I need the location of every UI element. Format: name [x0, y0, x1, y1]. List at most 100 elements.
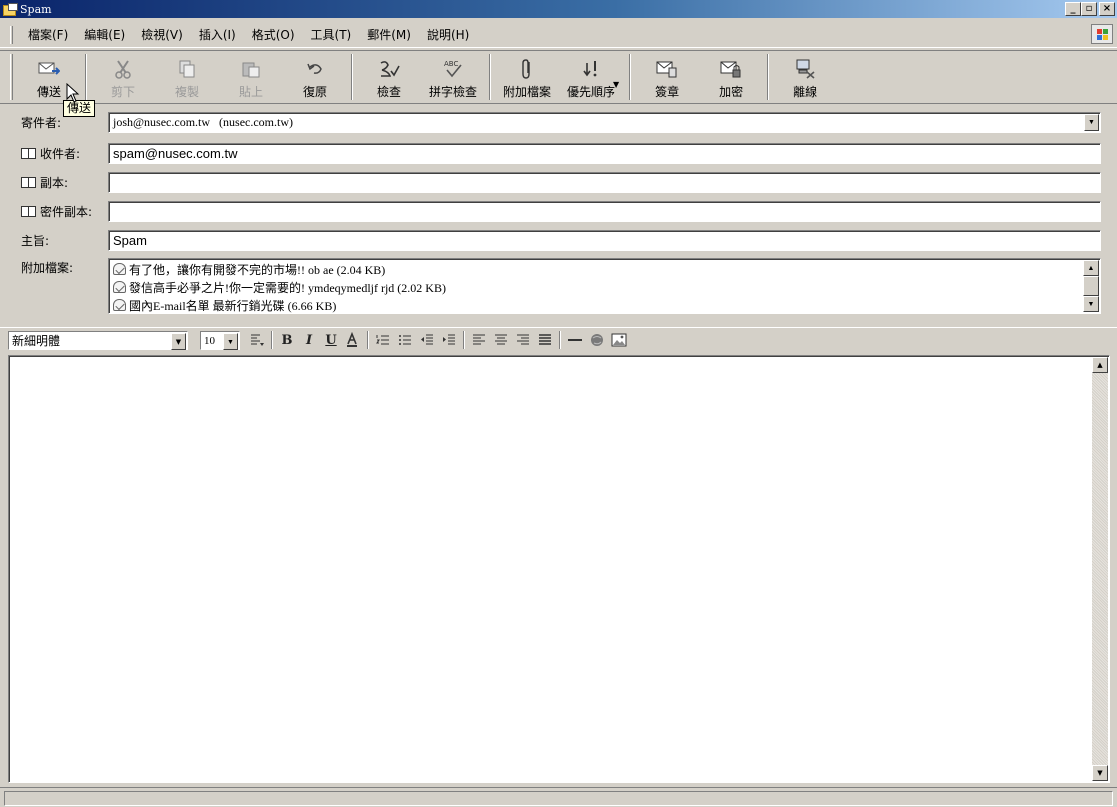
sign-icon	[653, 57, 681, 81]
to-value: spam@nusec.com.tw	[113, 145, 238, 161]
bcc-label-wrap[interactable]: 密件副本:	[21, 203, 92, 220]
format-buttons: B I U	[246, 330, 630, 350]
copy-icon	[173, 57, 201, 81]
attachment-item[interactable]: 發信高手必爭之片!你一定需要的! ymdeqymedljf rjd (2.02 …	[113, 278, 1100, 296]
cut-icon	[109, 57, 137, 81]
menu-message[interactable]: 郵件(M)	[359, 24, 419, 45]
from-value: josh@nusec.com.tw (nusec.com.tw)	[113, 114, 294, 129]
spelling-icon: ABC	[439, 57, 467, 81]
copy-button[interactable]: 複製	[155, 51, 219, 103]
attachment-name: 國內E-mail名單 最新行銷光碟 (6.66 KB)	[129, 298, 337, 313]
attachment-item[interactable]: 有了他，讓你有開發不完的市場!! ob ae (2.04 KB)	[113, 260, 1100, 278]
paste-button[interactable]: 貼上	[219, 51, 283, 103]
cc-field[interactable]	[108, 171, 1101, 193]
priority-dropdown-icon[interactable]: ▼	[613, 80, 619, 89]
insert-picture-icon[interactable]	[608, 330, 630, 350]
subject-value: Spam	[113, 232, 147, 248]
close-button[interactable]: ×	[1099, 2, 1115, 16]
spelling-button[interactable]: ABC 拼字檢查	[421, 51, 485, 103]
menu-help[interactable]: 說明(H)	[419, 24, 477, 45]
from-select[interactable]: josh@nusec.com.tw (nusec.com.tw) ▼	[108, 111, 1101, 133]
font-size-dropdown-button[interactable]: ▼	[223, 333, 238, 350]
menu-edit[interactable]: 編輯(E)	[76, 24, 133, 45]
to-label-wrap[interactable]: 收件者:	[21, 145, 80, 162]
font-select[interactable]: 新細明體 ▼	[8, 331, 188, 350]
check-names-button[interactable]: 檢查	[357, 51, 421, 103]
encrypt-button[interactable]: 加密	[699, 51, 763, 103]
check-names-icon	[375, 57, 403, 81]
body-scrollbar[interactable]: ▲ ▼	[1092, 357, 1108, 781]
minimize-button[interactable]: _	[1065, 2, 1081, 16]
to-field[interactable]: spam@nusec.com.tw	[108, 142, 1101, 164]
toolbar-separator	[767, 54, 770, 100]
paragraph-style-icon[interactable]	[246, 330, 268, 350]
font-dropdown-button[interactable]: ▼	[171, 333, 186, 350]
italic-icon[interactable]: I	[298, 330, 320, 350]
email-attachment-icon	[113, 263, 126, 275]
undo-button[interactable]: 復原	[283, 51, 347, 103]
toolbar-grip[interactable]	[10, 54, 13, 100]
from-dropdown-button[interactable]: ▼	[1084, 113, 1099, 131]
scroll-thumb[interactable]	[1083, 276, 1099, 296]
menu-file[interactable]: 檔案(F)	[20, 24, 76, 45]
toolbar-separator	[85, 54, 87, 100]
to-row: 收件者: spam@nusec.com.tw	[0, 141, 1117, 165]
restore-button[interactable]: ▫	[1081, 2, 1097, 16]
mouse-pointer-icon	[66, 83, 80, 103]
menu-grip[interactable]	[10, 25, 13, 44]
toolbar-separator	[629, 54, 632, 100]
bulleted-list-icon[interactable]	[394, 330, 416, 350]
font-size-select[interactable]: 10 ▼	[200, 331, 240, 350]
status-bar	[0, 787, 1117, 807]
scroll-down-button[interactable]: ▼	[1083, 296, 1099, 312]
sign-button[interactable]: 簽章	[635, 51, 699, 103]
attach-button[interactable]: 附加檔案	[495, 51, 559, 103]
decrease-indent-icon[interactable]	[416, 330, 438, 350]
hyperlink-icon[interactable]	[586, 330, 608, 350]
format-toolbar: 新細明體 ▼ 10 ▼ B I U	[0, 327, 1117, 351]
cc-row: 副本:	[0, 170, 1117, 194]
scroll-up-button[interactable]: ▲	[1092, 357, 1108, 373]
align-right-icon[interactable]	[512, 330, 534, 350]
bcc-row: 密件副本:	[0, 199, 1117, 223]
toolbar-separator	[351, 54, 353, 100]
title-bar: Spam _ ▫ ×	[0, 0, 1117, 18]
toolbar-separator	[489, 54, 491, 100]
window-title: Spam	[20, 2, 52, 16]
align-center-icon[interactable]	[490, 330, 512, 350]
underline-icon[interactable]: U	[320, 330, 342, 350]
menu-view[interactable]: 檢視(V)	[133, 24, 191, 45]
priority-button[interactable]: 優先順序	[559, 51, 623, 103]
bold-icon[interactable]: B	[276, 330, 298, 350]
scroll-up-button[interactable]: ▲	[1083, 260, 1099, 276]
align-left-icon[interactable]	[468, 330, 490, 350]
address-book-icon	[21, 147, 36, 159]
numbered-list-icon[interactable]	[372, 330, 394, 350]
address-book-icon	[21, 176, 36, 188]
horizontal-line-icon[interactable]	[564, 330, 586, 350]
subject-row: 主旨: Spam	[0, 228, 1117, 252]
cut-button[interactable]: 剪下	[91, 51, 155, 103]
message-body[interactable]: ▲ ▼	[8, 355, 1110, 783]
attachments-scrollbar[interactable]: ▲ ▼	[1083, 260, 1099, 312]
undo-icon	[301, 57, 329, 81]
bcc-field[interactable]	[108, 200, 1101, 222]
paste-icon	[237, 57, 265, 81]
menu-insert[interactable]: 插入(I)	[191, 24, 244, 45]
paperclip-icon	[513, 57, 541, 81]
attach-label: 附加檔案	[502, 85, 551, 99]
menu-format[interactable]: 格式(O)	[244, 24, 303, 45]
priority-label: 優先順序	[566, 85, 615, 99]
increase-indent-icon[interactable]	[438, 330, 460, 350]
subject-field[interactable]: Spam	[108, 229, 1101, 251]
attachment-item[interactable]: 國內E-mail名單 最新行銷光碟 (6.66 KB)	[113, 296, 1100, 314]
justify-icon[interactable]	[534, 330, 556, 350]
offline-button[interactable]: 離線	[773, 51, 837, 103]
menu-tools[interactable]: 工具(T)	[303, 24, 360, 45]
bcc-label: 密件副本:	[40, 204, 93, 219]
font-color-icon[interactable]	[342, 330, 364, 350]
to-label: 收件者:	[40, 146, 81, 161]
cc-label-wrap[interactable]: 副本:	[21, 174, 68, 191]
email-attachment-icon	[113, 299, 126, 311]
scroll-down-button[interactable]: ▼	[1092, 765, 1108, 781]
